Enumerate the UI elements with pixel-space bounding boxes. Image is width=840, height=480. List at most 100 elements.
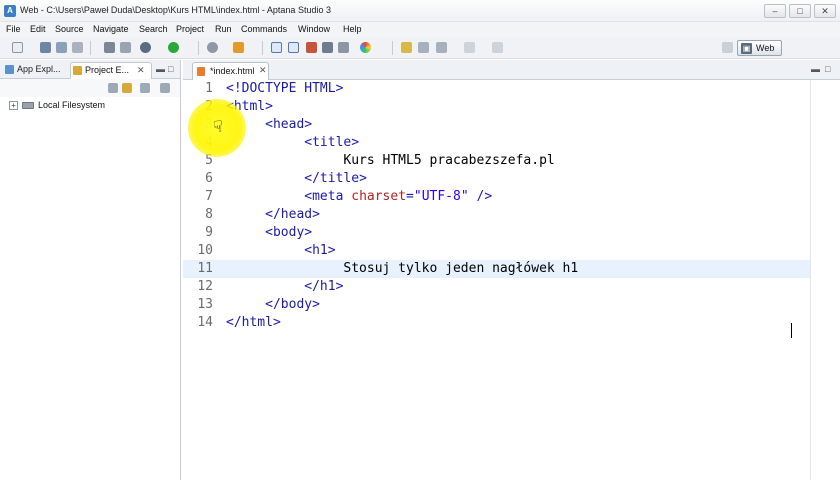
menu-window[interactable]: Window — [298, 24, 330, 34]
code-line[interactable]: 5 Kurs HTML5 pracabezszefa.pl — [183, 152, 810, 170]
editor-tab-label: *index.html — [210, 66, 255, 76]
code-line[interactable]: 11 Stosuj tylko jeden nagłówek h1 — [183, 260, 810, 278]
project-explorer-icon — [73, 66, 82, 75]
maximize-editor-icon[interactable]: □ — [825, 64, 830, 74]
tab-project-explorer-label: Project E... — [85, 65, 130, 75]
code-line[interactable]: 8 </head> — [183, 206, 810, 224]
left-panel-toolbar — [0, 79, 180, 97]
code-text: Kurs HTML5 pracabezszefa.pl — [226, 152, 555, 170]
web-perspective-icon: ▣ — [741, 43, 752, 54]
filter-icon[interactable] — [160, 83, 170, 93]
line-number: 9 — [205, 225, 213, 240]
close-icon[interactable]: ✕ — [814, 4, 836, 18]
home-icon[interactable] — [306, 42, 317, 53]
code-line[interactable]: 1 <!DOCTYPE HTML> — [183, 80, 810, 98]
code-line[interactable]: 12 </h1> — [183, 278, 810, 296]
web-perspective-button[interactable]: ▣ Web — [737, 40, 782, 56]
editor-tabs: *index.html ✕ ▬ □ — [183, 60, 840, 80]
code-line[interactable]: 3 <head> — [183, 116, 810, 134]
color-picker-icon[interactable] — [360, 42, 371, 53]
line-number: 10 — [197, 243, 213, 258]
maximize-icon[interactable]: □ — [789, 4, 811, 18]
line-number: 13 — [197, 297, 213, 312]
image-icon[interactable] — [322, 42, 333, 53]
code-line[interactable]: 4 <title> — [183, 134, 810, 152]
edit-icon[interactable] — [401, 42, 412, 53]
tab-app-explorer[interactable]: App Expl... — [3, 62, 67, 79]
code-token: </title> — [304, 171, 367, 186]
code-token: Stosuj tylko jeden nagłówek h1 — [226, 261, 579, 276]
print-icon[interactable] — [72, 42, 83, 53]
code-line[interactable]: 10 <h1> — [183, 242, 810, 260]
toolbar-separator — [90, 41, 91, 55]
menu-file[interactable]: File — [6, 24, 21, 34]
new-file-icon[interactable] — [12, 42, 23, 53]
back-icon[interactable] — [464, 42, 475, 53]
line-number: 6 — [205, 171, 213, 186]
debug-config-icon[interactable] — [140, 42, 151, 53]
view-menu-icon[interactable] — [140, 83, 150, 93]
build-icon[interactable] — [104, 42, 115, 53]
run-icon[interactable] — [168, 42, 179, 53]
code-text: <!DOCTYPE HTML> — [226, 80, 343, 98]
code-text: </html> — [226, 314, 281, 332]
menu-edit[interactable]: Edit — [30, 24, 46, 34]
code-token: </head> — [265, 207, 320, 222]
external-tools-icon[interactable] — [207, 42, 218, 53]
deploy-icon[interactable] — [233, 42, 244, 53]
code-text: </title> — [226, 170, 367, 188]
line-number: 1 — [205, 81, 213, 96]
code-line[interactable]: 13 </body> — [183, 296, 810, 314]
left-panel-tabs: App Expl... Project E... ✕ ▬ □ — [0, 60, 180, 79]
pin-icon[interactable] — [436, 42, 447, 53]
menu-help[interactable]: Help — [343, 24, 362, 34]
table-icon[interactable] — [338, 42, 349, 53]
code-line[interactable]: 9 <body> — [183, 224, 810, 242]
expand-icon[interactable]: + — [9, 101, 18, 110]
code-token: Kurs HTML5 pracabezszefa.pl — [226, 153, 555, 168]
code-editor[interactable]: 1 <!DOCTYPE HTML> 2<html>3 <head>4 <title>… — [183, 80, 840, 480]
menu-project[interactable]: Project — [176, 24, 204, 34]
clean-icon[interactable] — [120, 42, 131, 53]
line-number: 8 — [205, 207, 213, 222]
code-token: </html> — [226, 315, 281, 330]
document-icon[interactable] — [418, 42, 429, 53]
menu-search[interactable]: Search — [139, 24, 168, 34]
minimize-view-icon[interactable]: ▬ — [156, 64, 165, 74]
hand-cursor-icon: ☟ — [213, 119, 223, 136]
code-token: <!DOCTYPE HTML> — [226, 81, 344, 96]
save-all-icon[interactable] — [56, 42, 67, 53]
menu-navigate[interactable]: Navigate — [93, 24, 129, 34]
close-tab-icon[interactable]: ✕ — [137, 63, 145, 78]
menu-commands[interactable]: Commands — [241, 24, 287, 34]
split-view-icon[interactable] — [288, 42, 299, 53]
layout-icon[interactable] — [271, 42, 282, 53]
code-text: <body> — [226, 224, 312, 242]
code-token: <body> — [265, 225, 313, 240]
code-line[interactable]: 14 </html> — [183, 314, 810, 332]
code-line[interactable]: 7 <meta charset="UTF-8" /> — [183, 188, 810, 206]
collapse-all-icon[interactable] — [108, 83, 118, 93]
maximize-view-icon[interactable]: □ — [168, 64, 173, 74]
tab-index-html[interactable]: *index.html ✕ — [192, 62, 269, 80]
tab-project-explorer[interactable]: Project E... ✕ — [70, 62, 152, 79]
code-line[interactable]: 2<html> — [183, 98, 810, 116]
tree-item-label: Local Filesystem — [38, 100, 106, 110]
code-line[interactable]: 6 </title> — [183, 170, 810, 188]
code-token: <title> — [304, 135, 360, 150]
minimize-icon[interactable]: – — [764, 4, 786, 18]
minimize-editor-icon[interactable]: ▬ — [811, 64, 820, 74]
menu-source[interactable]: Source — [55, 24, 84, 34]
forward-icon[interactable] — [492, 42, 503, 53]
link-editor-icon[interactable] — [122, 83, 132, 93]
save-icon[interactable] — [40, 42, 51, 53]
close-tab-icon[interactable]: ✕ — [259, 65, 267, 76]
code-token: <head> — [265, 117, 313, 132]
menu-run[interactable]: Run — [215, 24, 232, 34]
line-number: 14 — [197, 315, 213, 330]
code-token: "UTF-8" — [413, 189, 469, 204]
open-perspective-icon[interactable] — [722, 42, 733, 53]
